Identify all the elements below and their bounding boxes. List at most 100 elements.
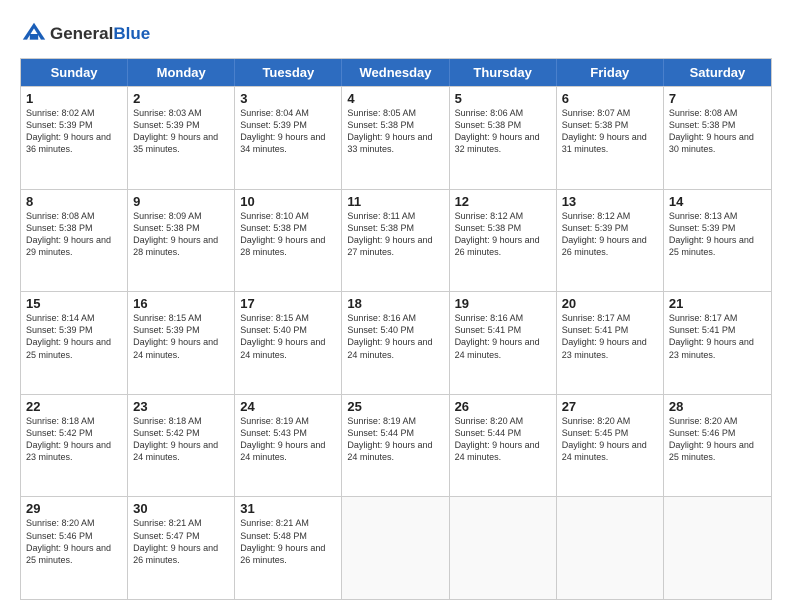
day-number: 19 [455,296,551,311]
cell-info: Sunrise: 8:03 AMSunset: 5:39 PMDaylight:… [133,108,218,154]
day-number: 25 [347,399,443,414]
calendar-cell: 9 Sunrise: 8:09 AMSunset: 5:38 PMDaylight… [128,190,235,292]
cell-info: Sunrise: 8:19 AMSunset: 5:43 PMDaylight:… [240,416,325,462]
calendar-cell: 7 Sunrise: 8:08 AMSunset: 5:38 PMDaylight… [664,87,771,189]
day-number: 20 [562,296,658,311]
day-number: 27 [562,399,658,414]
calendar-cell: 12 Sunrise: 8:12 AMSunset: 5:38 PMDayligh… [450,190,557,292]
cell-info: Sunrise: 8:19 AMSunset: 5:44 PMDaylight:… [347,416,432,462]
day-number: 21 [669,296,766,311]
cell-info: Sunrise: 8:11 AMSunset: 5:38 PMDaylight:… [347,211,432,257]
calendar-cell [664,497,771,599]
cell-info: Sunrise: 8:12 AMSunset: 5:39 PMDaylight:… [562,211,647,257]
calendar-cell: 5 Sunrise: 8:06 AMSunset: 5:38 PMDaylight… [450,87,557,189]
weekday-header: Wednesday [342,59,449,86]
calendar-cell: 27 Sunrise: 8:20 AMSunset: 5:45 PMDayligh… [557,395,664,497]
calendar-cell: 3 Sunrise: 8:04 AMSunset: 5:39 PMDaylight… [235,87,342,189]
day-number: 12 [455,194,551,209]
day-number: 6 [562,91,658,106]
calendar: SundayMondayTuesdayWednesdayThursdayFrid… [20,58,772,600]
cell-info: Sunrise: 8:14 AMSunset: 5:39 PMDaylight:… [26,313,111,359]
calendar-cell: 31 Sunrise: 8:21 AMSunset: 5:48 PMDayligh… [235,497,342,599]
cell-info: Sunrise: 8:20 AMSunset: 5:45 PMDaylight:… [562,416,647,462]
day-number: 29 [26,501,122,516]
logo: GeneralBlue [20,20,150,48]
logo-text: GeneralBlue [50,24,150,44]
calendar-cell: 24 Sunrise: 8:19 AMSunset: 5:43 PMDayligh… [235,395,342,497]
page: GeneralBlue SundayMondayTuesdayWednesday… [0,0,792,612]
cell-info: Sunrise: 8:21 AMSunset: 5:47 PMDaylight:… [133,518,218,564]
day-number: 23 [133,399,229,414]
cell-info: Sunrise: 8:12 AMSunset: 5:38 PMDaylight:… [455,211,540,257]
logo-icon [20,20,48,48]
cell-info: Sunrise: 8:07 AMSunset: 5:38 PMDaylight:… [562,108,647,154]
calendar-cell: 4 Sunrise: 8:05 AMSunset: 5:38 PMDaylight… [342,87,449,189]
calendar-cell: 10 Sunrise: 8:10 AMSunset: 5:38 PMDayligh… [235,190,342,292]
day-number: 5 [455,91,551,106]
cell-info: Sunrise: 8:08 AMSunset: 5:38 PMDaylight:… [669,108,754,154]
cell-info: Sunrise: 8:09 AMSunset: 5:38 PMDaylight:… [133,211,218,257]
day-number: 31 [240,501,336,516]
calendar-week: 8 Sunrise: 8:08 AMSunset: 5:38 PMDaylight… [21,189,771,292]
cell-info: Sunrise: 8:10 AMSunset: 5:38 PMDaylight:… [240,211,325,257]
day-number: 10 [240,194,336,209]
day-number: 16 [133,296,229,311]
calendar-cell: 16 Sunrise: 8:15 AMSunset: 5:39 PMDayligh… [128,292,235,394]
calendar-cell: 13 Sunrise: 8:12 AMSunset: 5:39 PMDayligh… [557,190,664,292]
day-number: 30 [133,501,229,516]
calendar-body: 1Sunrise: 8:02 AMSunset: 5:39 PMDaylight… [21,86,771,599]
calendar-cell: 11 Sunrise: 8:11 AMSunset: 5:38 PMDayligh… [342,190,449,292]
day-number: 22 [26,399,122,414]
day-number: 9 [133,194,229,209]
cell-info: Sunrise: 8:18 AMSunset: 5:42 PMDaylight:… [133,416,218,462]
weekday-header: Saturday [664,59,771,86]
calendar-week: 29 Sunrise: 8:20 AMSunset: 5:46 PMDayligh… [21,496,771,599]
calendar-cell: 17Sunrise: 8:15 AMSunset: 5:40 PMDayligh… [235,292,342,394]
weekday-header: Sunday [21,59,128,86]
calendar-cell [450,497,557,599]
cell-info: Sunrise: 8:04 AMSunset: 5:39 PMDaylight:… [240,108,325,154]
day-number: 2 [133,91,229,106]
weekday-header: Thursday [450,59,557,86]
day-number: 8 [26,194,122,209]
cell-info: Sunrise: 8:17 AMSunset: 5:41 PMDaylight:… [669,313,754,359]
cell-info: Sunrise: 8:20 AMSunset: 5:46 PMDaylight:… [26,518,111,564]
calendar-cell: 1Sunrise: 8:02 AMSunset: 5:39 PMDaylight… [21,87,128,189]
day-number: 14 [669,194,766,209]
cell-info: Sunrise: 8:05 AMSunset: 5:38 PMDaylight:… [347,108,432,154]
cell-info: Sunrise: 8:08 AMSunset: 5:38 PMDaylight:… [26,211,111,257]
calendar-week: 15 Sunrise: 8:14 AMSunset: 5:39 PMDayligh… [21,291,771,394]
day-number: 1 [26,91,122,106]
cell-info: Sunrise: 8:21 AMSunset: 5:48 PMDaylight:… [240,518,325,564]
calendar-week: 22 Sunrise: 8:18 AMSunset: 5:42 PMDayligh… [21,394,771,497]
calendar-cell: 23 Sunrise: 8:18 AMSunset: 5:42 PMDayligh… [128,395,235,497]
day-number: 24 [240,399,336,414]
calendar-cell: 22 Sunrise: 8:18 AMSunset: 5:42 PMDayligh… [21,395,128,497]
calendar-cell: 8 Sunrise: 8:08 AMSunset: 5:38 PMDaylight… [21,190,128,292]
day-number: 7 [669,91,766,106]
cell-info: Sunrise: 8:16 AMSunset: 5:41 PMDaylight:… [455,313,540,359]
day-number: 4 [347,91,443,106]
day-number: 13 [562,194,658,209]
day-number: 26 [455,399,551,414]
day-number: 17 [240,296,336,311]
calendar-cell: 30 Sunrise: 8:21 AMSunset: 5:47 PMDayligh… [128,497,235,599]
day-number: 3 [240,91,336,106]
cell-info: Sunrise: 8:06 AMSunset: 5:38 PMDaylight:… [455,108,540,154]
calendar-cell: 6 Sunrise: 8:07 AMSunset: 5:38 PMDaylight… [557,87,664,189]
day-number: 15 [26,296,122,311]
cell-info: Sunrise: 8:18 AMSunset: 5:42 PMDaylight:… [26,416,111,462]
cell-info: Sunrise: 8:20 AMSunset: 5:44 PMDaylight:… [455,416,540,462]
calendar-cell: 14 Sunrise: 8:13 AMSunset: 5:39 PMDayligh… [664,190,771,292]
calendar-cell: 21 Sunrise: 8:17 AMSunset: 5:41 PMDayligh… [664,292,771,394]
calendar-cell: 20Sunrise: 8:17 AMSunset: 5:41 PMDayligh… [557,292,664,394]
calendar-cell: 15 Sunrise: 8:14 AMSunset: 5:39 PMDayligh… [21,292,128,394]
calendar-cell: 28Sunrise: 8:20 AMSunset: 5:46 PMDayligh… [664,395,771,497]
calendar-cell: 29 Sunrise: 8:20 AMSunset: 5:46 PMDayligh… [21,497,128,599]
cell-info: Sunrise: 8:15 AMSunset: 5:39 PMDaylight:… [133,313,218,359]
cell-info: Sunrise: 8:13 AMSunset: 5:39 PMDaylight:… [669,211,754,257]
day-number: 11 [347,194,443,209]
calendar-cell: 25 Sunrise: 8:19 AMSunset: 5:44 PMDayligh… [342,395,449,497]
calendar-cell: 18Sunrise: 8:16 AMSunset: 5:40 PMDayligh… [342,292,449,394]
calendar-cell: 26 Sunrise: 8:20 AMSunset: 5:44 PMDayligh… [450,395,557,497]
